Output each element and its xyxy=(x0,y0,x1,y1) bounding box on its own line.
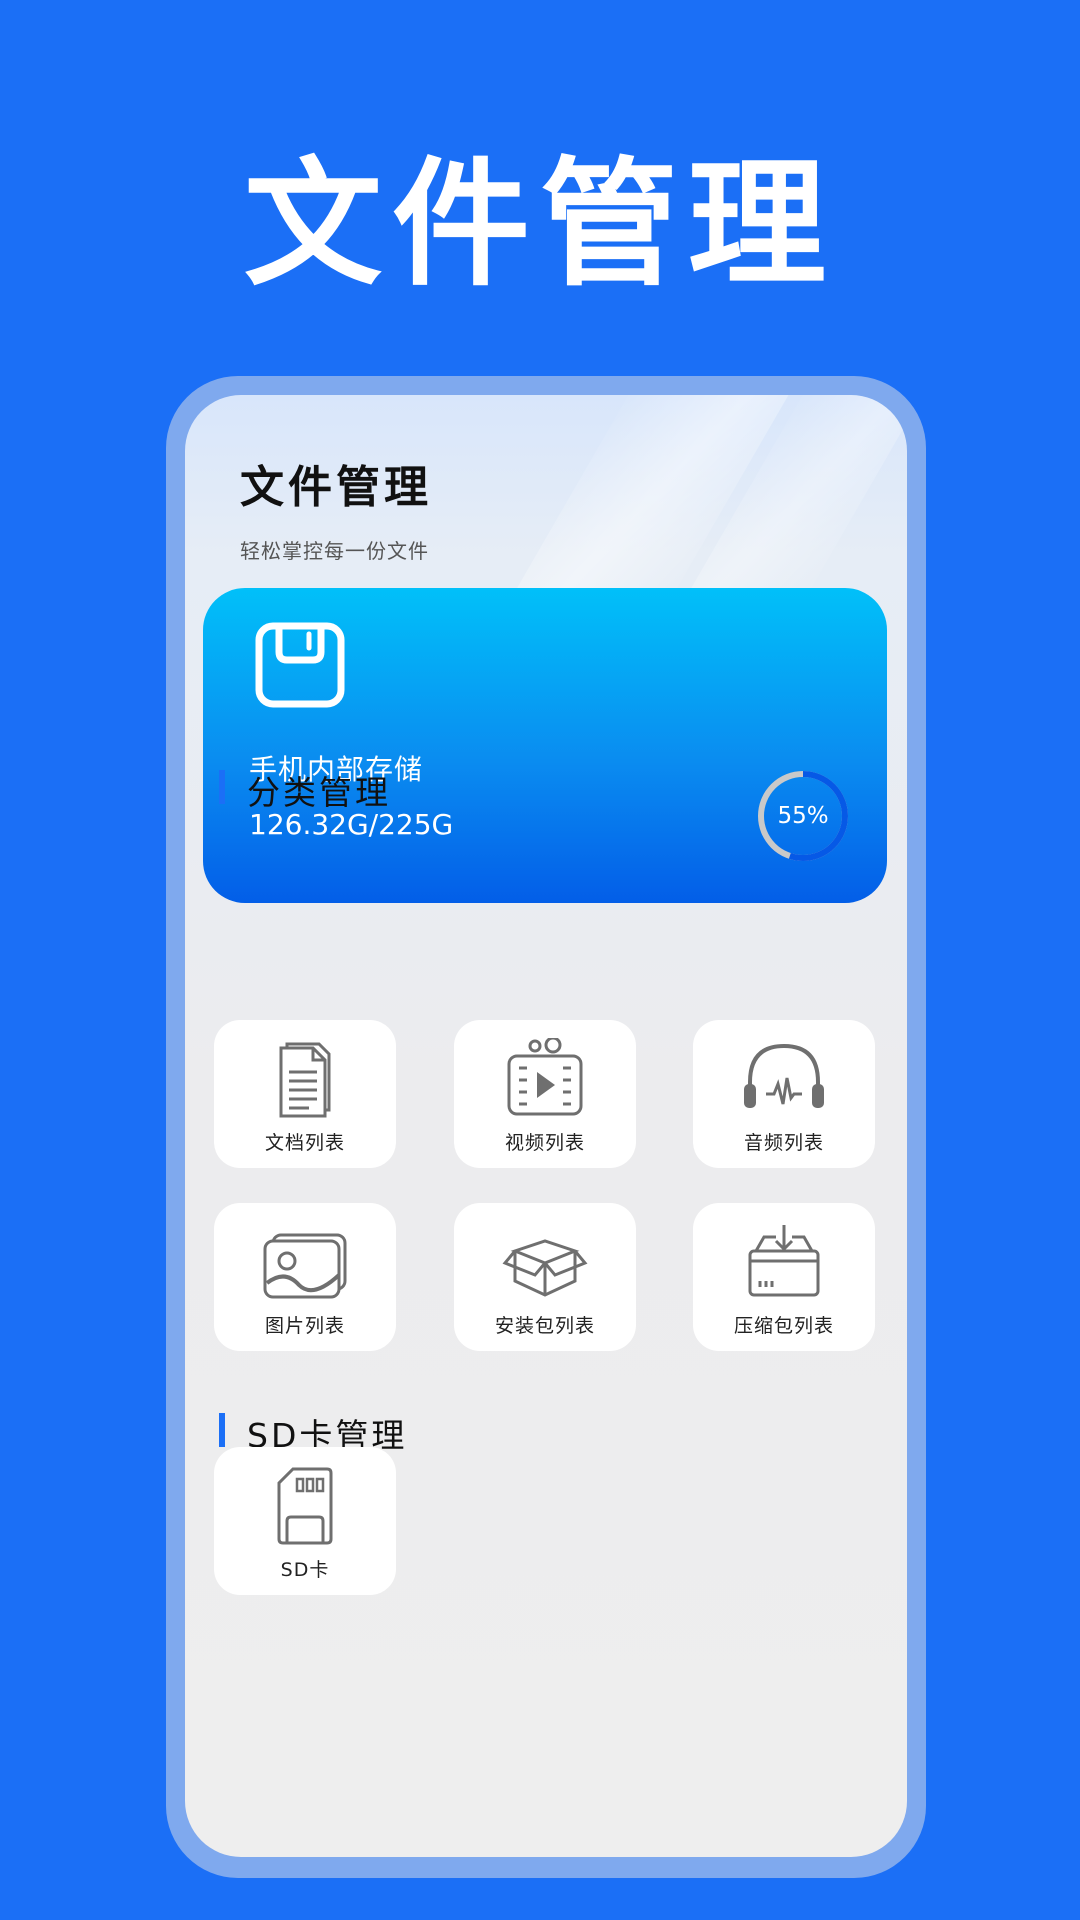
section-title-category: 分类管理 xyxy=(247,773,391,812)
tile-videos[interactable]: 视频列表 xyxy=(454,1020,636,1168)
archive-download-icon xyxy=(748,1225,820,1297)
promo-title: 文件管理 xyxy=(243,144,836,305)
tile-label: 压缩包列表 xyxy=(733,1315,834,1337)
tile-label: 文档列表 xyxy=(264,1132,345,1154)
package-box-icon xyxy=(502,1239,588,1297)
tile-audio[interactable]: 音频列表 xyxy=(693,1020,875,1168)
page-title: 文件管理 xyxy=(240,462,432,513)
section-accent-bar xyxy=(219,1413,225,1447)
tile-documents[interactable]: 文档列表 xyxy=(214,1020,396,1168)
tile-packages[interactable]: 安装包列表 xyxy=(454,1203,636,1351)
tile-label: 视频列表 xyxy=(504,1132,585,1154)
video-icon xyxy=(507,1038,583,1116)
storage-percent: 55% xyxy=(777,803,829,829)
headphones-icon xyxy=(744,1043,824,1108)
tile-archives[interactable]: 压缩包列表 xyxy=(693,1203,875,1351)
tile-label: 图片列表 xyxy=(264,1315,345,1337)
phone-screen: 文件管理 轻松掌控每一份文件 手机内部存储 126.32G/225G 55% 分… xyxy=(185,395,907,1857)
tile-sd-card[interactable]: SD卡 xyxy=(214,1447,396,1595)
image-icon xyxy=(263,1233,347,1299)
tile-label: SD卡 xyxy=(280,1559,330,1581)
tile-images[interactable]: 图片列表 xyxy=(214,1203,396,1351)
document-icon xyxy=(279,1042,331,1118)
floppy-disk-icon xyxy=(255,622,345,708)
page-subtitle: 轻松掌控每一份文件 xyxy=(240,539,429,563)
tile-label: 音频列表 xyxy=(743,1132,824,1154)
sd-card-icon xyxy=(277,1467,333,1545)
internal-storage-card[interactable]: 手机内部存储 126.32G/225G 55% xyxy=(203,588,887,903)
tile-label: 安装包列表 xyxy=(494,1315,595,1337)
section-accent-bar xyxy=(219,770,225,804)
